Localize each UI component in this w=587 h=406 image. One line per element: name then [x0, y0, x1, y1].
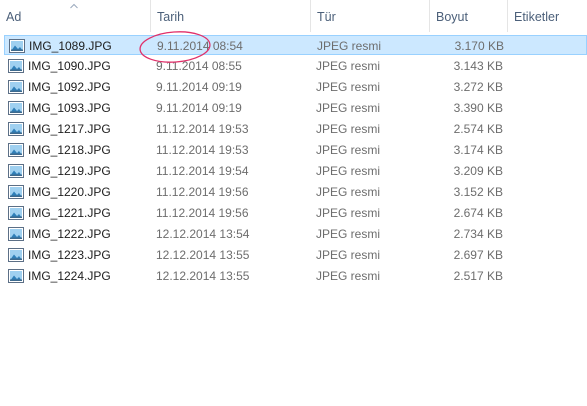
file-name: IMG_1224.JPG: [28, 269, 111, 283]
file-date: 11.12.2014 19:53: [156, 122, 249, 136]
file-size: 3.170 KB: [454, 39, 504, 53]
file-type: JPEG resmi: [316, 227, 381, 241]
file-date: 11.12.2014 19:54: [156, 164, 249, 178]
file-size: 3.209 KB: [453, 164, 503, 178]
file-name: IMG_1220.JPG: [28, 185, 111, 199]
image-file-icon: [8, 164, 24, 178]
file-name: IMG_1219.JPG: [28, 164, 111, 178]
file-type: JPEG resmi: [316, 143, 381, 157]
file-date: 9.11.2014 09:19: [156, 101, 242, 115]
file-size: 2.734 KB: [453, 227, 503, 241]
file-name: IMG_1092.JPG: [28, 80, 111, 94]
file-date: 11.12.2014 19:56: [156, 206, 249, 220]
column-header-size[interactable]: Boyut: [430, 0, 508, 32]
file-row[interactable]: IMG_1217.JPG 11.12.2014 19:53 JPEG resmi 2.…: [4, 119, 587, 139]
file-size: 3.152 KB: [453, 185, 503, 199]
image-file-icon: [8, 248, 24, 262]
column-header-tags-label: Etiketler: [514, 10, 560, 24]
file-type: JPEG resmi: [316, 164, 381, 178]
column-header-date-label: Tarih: [157, 10, 185, 24]
image-file-icon: [8, 101, 24, 115]
file-size: 2.517 KB: [453, 269, 503, 283]
file-size: 2.674 KB: [453, 206, 503, 220]
image-file-icon: [8, 206, 24, 220]
column-header-date[interactable]: Tarih: [151, 0, 311, 32]
file-name: IMG_1217.JPG: [28, 122, 111, 136]
file-type: JPEG resmi: [317, 39, 382, 53]
file-name: IMG_1221.JPG: [28, 206, 111, 220]
file-row[interactable]: IMG_1089.JPG 9.11.2014 08:54 JPEG resmi 3.1…: [4, 35, 587, 55]
file-date: 9.11.2014 08:54: [157, 39, 243, 53]
file-name: IMG_1218.JPG: [28, 143, 111, 157]
file-type: JPEG resmi: [316, 101, 381, 115]
image-file-icon: [8, 143, 24, 157]
file-type: JPEG resmi: [316, 269, 381, 283]
image-file-icon: [8, 227, 24, 241]
column-header-size-label: Boyut: [436, 10, 468, 24]
file-name: IMG_1223.JPG: [28, 248, 111, 262]
image-file-icon: [8, 269, 24, 283]
file-size: 3.143 KB: [453, 59, 503, 73]
file-type: JPEG resmi: [316, 59, 381, 73]
file-size: 3.272 KB: [453, 80, 503, 94]
image-file-icon: [8, 59, 24, 73]
file-row[interactable]: IMG_1219.JPG 11.12.2014 19:54 JPEG resmi 3.…: [4, 161, 587, 181]
column-header-name[interactable]: Ad: [0, 0, 151, 32]
column-header-name-label: Ad: [6, 10, 22, 24]
image-file-icon: [8, 122, 24, 136]
file-row[interactable]: IMG_1092.JPG 9.11.2014 09:19 JPEG resmi 3.2…: [4, 77, 587, 97]
file-row[interactable]: IMG_1223.JPG 12.12.2014 13:55 JPEG resmi 2.…: [4, 245, 587, 265]
file-type: JPEG resmi: [316, 80, 381, 94]
file-name: IMG_1089.JPG: [29, 39, 112, 53]
file-date: 12.12.2014 13:55: [156, 248, 250, 262]
sort-ascending-icon: [70, 3, 78, 9]
file-name: IMG_1090.JPG: [28, 59, 111, 73]
file-size: 2.697 KB: [453, 248, 503, 262]
file-size: 2.574 KB: [453, 122, 503, 136]
file-row[interactable]: IMG_1220.JPG 11.12.2014 19:56 JPEG resmi 3.…: [4, 182, 587, 202]
file-name: IMG_1222.JPG: [28, 227, 111, 241]
column-header-type[interactable]: Tür: [311, 0, 430, 32]
file-date: 12.12.2014 13:55: [156, 269, 250, 283]
file-date: 11.12.2014 19:53: [156, 143, 249, 157]
image-file-icon: [8, 80, 24, 94]
file-date: 9.11.2014 09:19: [156, 80, 242, 94]
file-size: 3.390 KB: [453, 101, 503, 115]
file-date: 12.12.2014 13:54: [156, 227, 250, 241]
file-type: JPEG resmi: [316, 122, 381, 136]
file-row[interactable]: IMG_1222.JPG 12.12.2014 13:54 JPEG resmi 2.…: [4, 224, 587, 244]
column-header-tags[interactable]: Etiketler: [508, 0, 587, 32]
file-size: 3.174 KB: [453, 143, 503, 157]
file-date: 9.11.2014 08:55: [156, 59, 242, 73]
file-row[interactable]: IMG_1093.JPG 9.11.2014 09:19 JPEG resmi 3.3…: [4, 98, 587, 118]
image-file-icon: [8, 185, 24, 199]
file-row[interactable]: IMG_1218.JPG 11.12.2014 19:53 JPEG resmi 3.…: [4, 140, 587, 160]
column-header-bar: Ad Tarih Tür Boyut Etiketler: [0, 0, 587, 32]
file-type: JPEG resmi: [316, 248, 381, 262]
file-row[interactable]: IMG_1221.JPG 11.12.2014 19:56 JPEG resmi 2.…: [4, 203, 587, 223]
column-header-type-label: Tür: [317, 10, 336, 24]
file-row[interactable]: IMG_1090.JPG 9.11.2014 08:55 JPEG resmi 3.1…: [4, 56, 587, 76]
file-type: JPEG resmi: [316, 185, 381, 199]
file-name: IMG_1093.JPG: [28, 101, 111, 115]
file-row[interactable]: IMG_1224.JPG 12.12.2014 13:55 JPEG resmi 2.…: [4, 266, 587, 286]
image-file-icon: [9, 39, 25, 53]
file-date: 11.12.2014 19:56: [156, 185, 249, 199]
file-type: JPEG resmi: [316, 206, 381, 220]
